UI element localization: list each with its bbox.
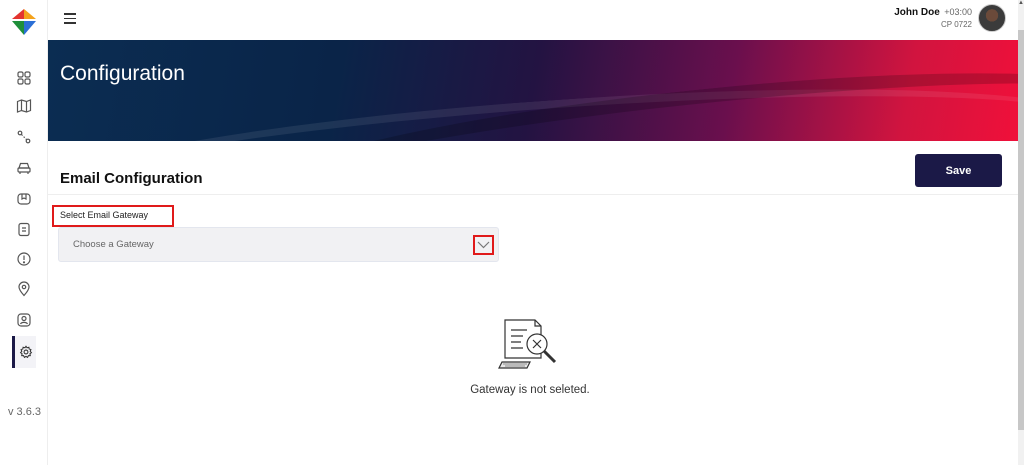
map-icon[interactable] [14, 96, 34, 116]
user-profile[interactable]: John Doe +03:00 CP 0722 [894, 4, 1006, 32]
user-code: CP 0722 [941, 20, 972, 29]
document-search-icon [498, 319, 557, 369]
gateway-select-placeholder: Choose a Gateway [73, 239, 154, 250]
user-badge-icon[interactable] [14, 310, 34, 330]
dashboard-grid-icon[interactable] [14, 68, 34, 88]
app-logo-icon[interactable] [10, 8, 38, 36]
package-icon[interactable] [14, 189, 34, 209]
user-timezone: +03:00 [944, 7, 972, 17]
scroll-up-arrow-icon[interactable]: ▲ [1018, 0, 1024, 8]
save-button[interactable]: Save [915, 154, 1002, 187]
section-title: Email Configuration [60, 170, 203, 187]
topbar: John Doe +03:00 CP 0722 [48, 0, 1024, 40]
settings-gear-icon[interactable] [12, 336, 36, 368]
clipboard-icon[interactable] [14, 219, 34, 239]
scrollbar-thumb[interactable] [1018, 30, 1024, 430]
car-icon[interactable] [14, 158, 34, 178]
gateway-select[interactable]: Choose a Gateway [58, 227, 499, 262]
app-version: v 3.6.3 [8, 406, 42, 418]
gateway-field-label: Select Email Gateway [60, 210, 149, 220]
chevron-down-icon[interactable] [473, 235, 494, 255]
location-pin-icon[interactable] [14, 279, 34, 299]
page-title: Configuration [60, 62, 185, 85]
empty-state-message: Gateway is not seleted. [470, 384, 590, 396]
menu-hamburger-icon[interactable] [64, 13, 76, 27]
avatar[interactable] [978, 4, 1006, 32]
alert-icon[interactable] [14, 249, 34, 269]
page-banner: Configuration [48, 40, 1018, 141]
user-name: John Doe [894, 7, 940, 18]
divider [48, 194, 1018, 195]
route-icon[interactable] [14, 127, 34, 147]
